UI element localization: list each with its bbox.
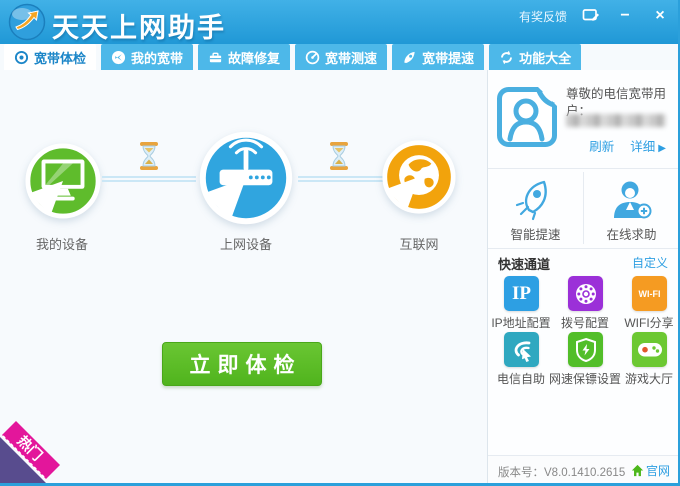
- speedometer-icon: [305, 50, 320, 65]
- detail-link[interactable]: 详细▶: [630, 136, 666, 155]
- refresh-link[interactable]: 刷新: [589, 136, 614, 155]
- rotary-dial-icon: [574, 282, 598, 306]
- customize-link[interactable]: 自定义: [632, 254, 668, 271]
- app-window: 天天上网助手 有奖反馈 − × 宽带体检 我的宽带: [0, 0, 680, 486]
- app-logo-icon: [8, 3, 46, 41]
- speed-guard-icon[interactable]: [568, 332, 603, 367]
- minimize-button[interactable]: −: [615, 7, 635, 25]
- official-site-link[interactable]: 官网: [631, 462, 670, 479]
- masked-account-number: [566, 114, 666, 127]
- home-icon: [631, 464, 644, 477]
- wifi-share-icon[interactable]: WI-FI: [632, 276, 667, 311]
- tab-all-features[interactable]: 功能大全: [489, 44, 581, 70]
- checkup-icon: [14, 50, 29, 65]
- quick-item-label[interactable]: WIFI分享: [624, 314, 673, 331]
- internet-node: [381, 139, 457, 215]
- tab-my-broadband[interactable]: 我的宽带: [101, 44, 193, 70]
- quick-item-label[interactable]: 网速保镖设置: [549, 370, 621, 387]
- tab-speed-up[interactable]: 宽带提速: [392, 44, 484, 70]
- hourglass-icon: [328, 142, 350, 170]
- online-help-button[interactable]: 在线求助: [584, 168, 679, 248]
- smart-speedup-button[interactable]: 智能提速: [488, 168, 583, 248]
- ip-config-icon[interactable]: IP: [504, 276, 539, 311]
- shield-icon: [574, 337, 598, 363]
- connection-line: [298, 180, 384, 182]
- sidebar: 尊敬的电信宽带用户： 刷新 详细▶ 智能提速: [487, 70, 678, 483]
- my-broadband-icon: [111, 50, 126, 65]
- internet-label: 互联网: [399, 234, 438, 253]
- router-node: [198, 130, 294, 226]
- router-label: 上网设备: [220, 234, 272, 253]
- quick-item-label[interactable]: IP地址配置: [491, 314, 550, 331]
- tab-broadband-checkup[interactable]: 宽带体检: [4, 44, 96, 70]
- app-title: 天天上网助手: [52, 6, 226, 45]
- title-bar: 天天上网助手 有奖反馈 − ×: [0, 0, 680, 44]
- diagnosis-panel: 我的设备 上网设备: [0, 70, 487, 483]
- cycle-arrows-icon: [499, 50, 514, 65]
- toolbox-icon: [208, 50, 223, 65]
- quick-channel-title: 快速通道: [498, 254, 550, 273]
- telecom-self-service-icon[interactable]: [504, 332, 539, 367]
- dial-config-icon[interactable]: [568, 276, 603, 311]
- sidebar-footer: 版本号：V8.0.1410.2615 官网: [488, 455, 678, 483]
- detail-arrow-icon: ▶: [658, 143, 666, 154]
- tab-bar: 宽带体检 我的宽带 故障修复 宽带测速: [4, 44, 581, 70]
- connection-line: [102, 176, 196, 178]
- connection-line: [102, 180, 196, 182]
- hot-corner-ribbon[interactable]: 热门: [0, 411, 72, 483]
- check-now-button[interactable]: 立即体检: [162, 342, 322, 386]
- feedback-link[interactable]: 有奖反馈: [519, 8, 567, 25]
- my-device-label: 我的设备: [36, 234, 88, 253]
- my-device-node: [24, 142, 102, 220]
- feedback-icon[interactable]: [582, 8, 600, 24]
- quick-item-label[interactable]: 电信自助: [497, 370, 545, 387]
- rocket-outline-icon: [513, 177, 559, 223]
- rocket-icon: [402, 50, 417, 65]
- game-hall-icon[interactable]: [632, 332, 667, 367]
- version-label: 版本号：V8.0.1410.2615: [498, 464, 625, 480]
- user-avatar: [496, 86, 558, 148]
- tab-fault-repair[interactable]: 故障修复: [198, 44, 290, 70]
- tab-speed-test[interactable]: 宽带测速: [295, 44, 387, 70]
- close-button[interactable]: ×: [650, 7, 670, 25]
- connection-line: [298, 176, 384, 178]
- divider: [488, 248, 678, 249]
- hourglass-icon: [138, 142, 160, 170]
- quick-item-label[interactable]: 游戏大厅: [625, 370, 673, 387]
- quick-item-label[interactable]: 拨号配置: [561, 314, 609, 331]
- gamepad-icon: [637, 341, 663, 359]
- doctor-icon: [609, 177, 655, 223]
- telecom-logo-icon: [510, 338, 534, 362]
